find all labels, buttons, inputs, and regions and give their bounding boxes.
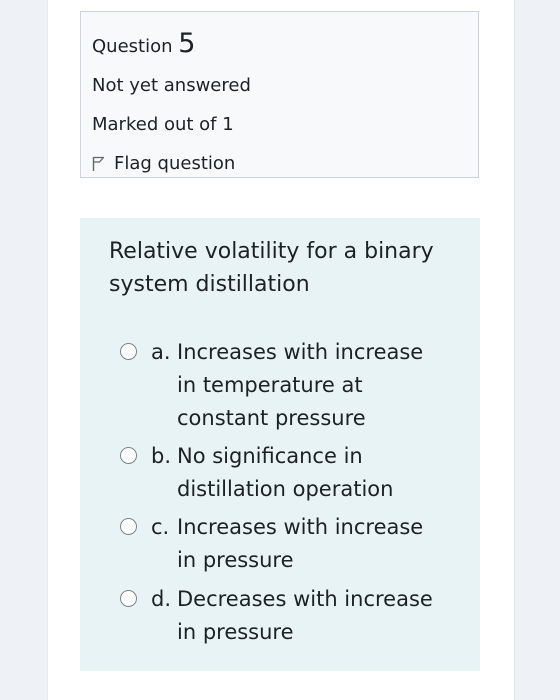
option-letter: a. — [151, 340, 171, 364]
option-text: Increases with increase in pressure — [177, 515, 424, 572]
option-letter: c. — [151, 515, 170, 539]
option-letter: d. — [151, 587, 172, 611]
answer-option-b[interactable]: b. No significance in distillation opera… — [120, 440, 441, 506]
radio-button[interactable] — [120, 447, 137, 464]
radio-button[interactable] — [120, 590, 137, 607]
radio-button[interactable] — [120, 518, 137, 535]
question-label: Question — [92, 36, 173, 57]
flag-question-link[interactable]: Flag question — [92, 153, 235, 174]
question-grade: Marked out of 1 — [92, 114, 234, 135]
flag-icon — [92, 156, 105, 171]
question-content: Relative volatility for a binary system … — [80, 218, 480, 671]
answer-option-a[interactable]: a. Increases with increase in temperatur… — [120, 336, 441, 435]
question-info-panel: Question 5 Not yet answered Marked out o… — [80, 11, 479, 178]
answer-option-c[interactable]: c. Increases with increase in pressure — [120, 511, 441, 577]
option-text: No significance in distillation operatio… — [177, 444, 394, 501]
question-number-value: 5 — [178, 28, 196, 59]
option-letter: b. — [151, 444, 172, 468]
option-text: Decreases with increase in pressure — [177, 587, 433, 644]
answer-option-d[interactable]: d. Decreases with increase in pressure — [120, 583, 441, 649]
option-text: Increases with increase in temperature a… — [177, 340, 424, 430]
question-number: Question 5 — [92, 28, 195, 59]
question-text: Relative volatility for a binary system … — [109, 239, 434, 297]
flag-question-label: Flag question — [114, 153, 236, 174]
radio-button[interactable] — [120, 343, 137, 360]
question-state: Not yet answered — [92, 75, 251, 96]
